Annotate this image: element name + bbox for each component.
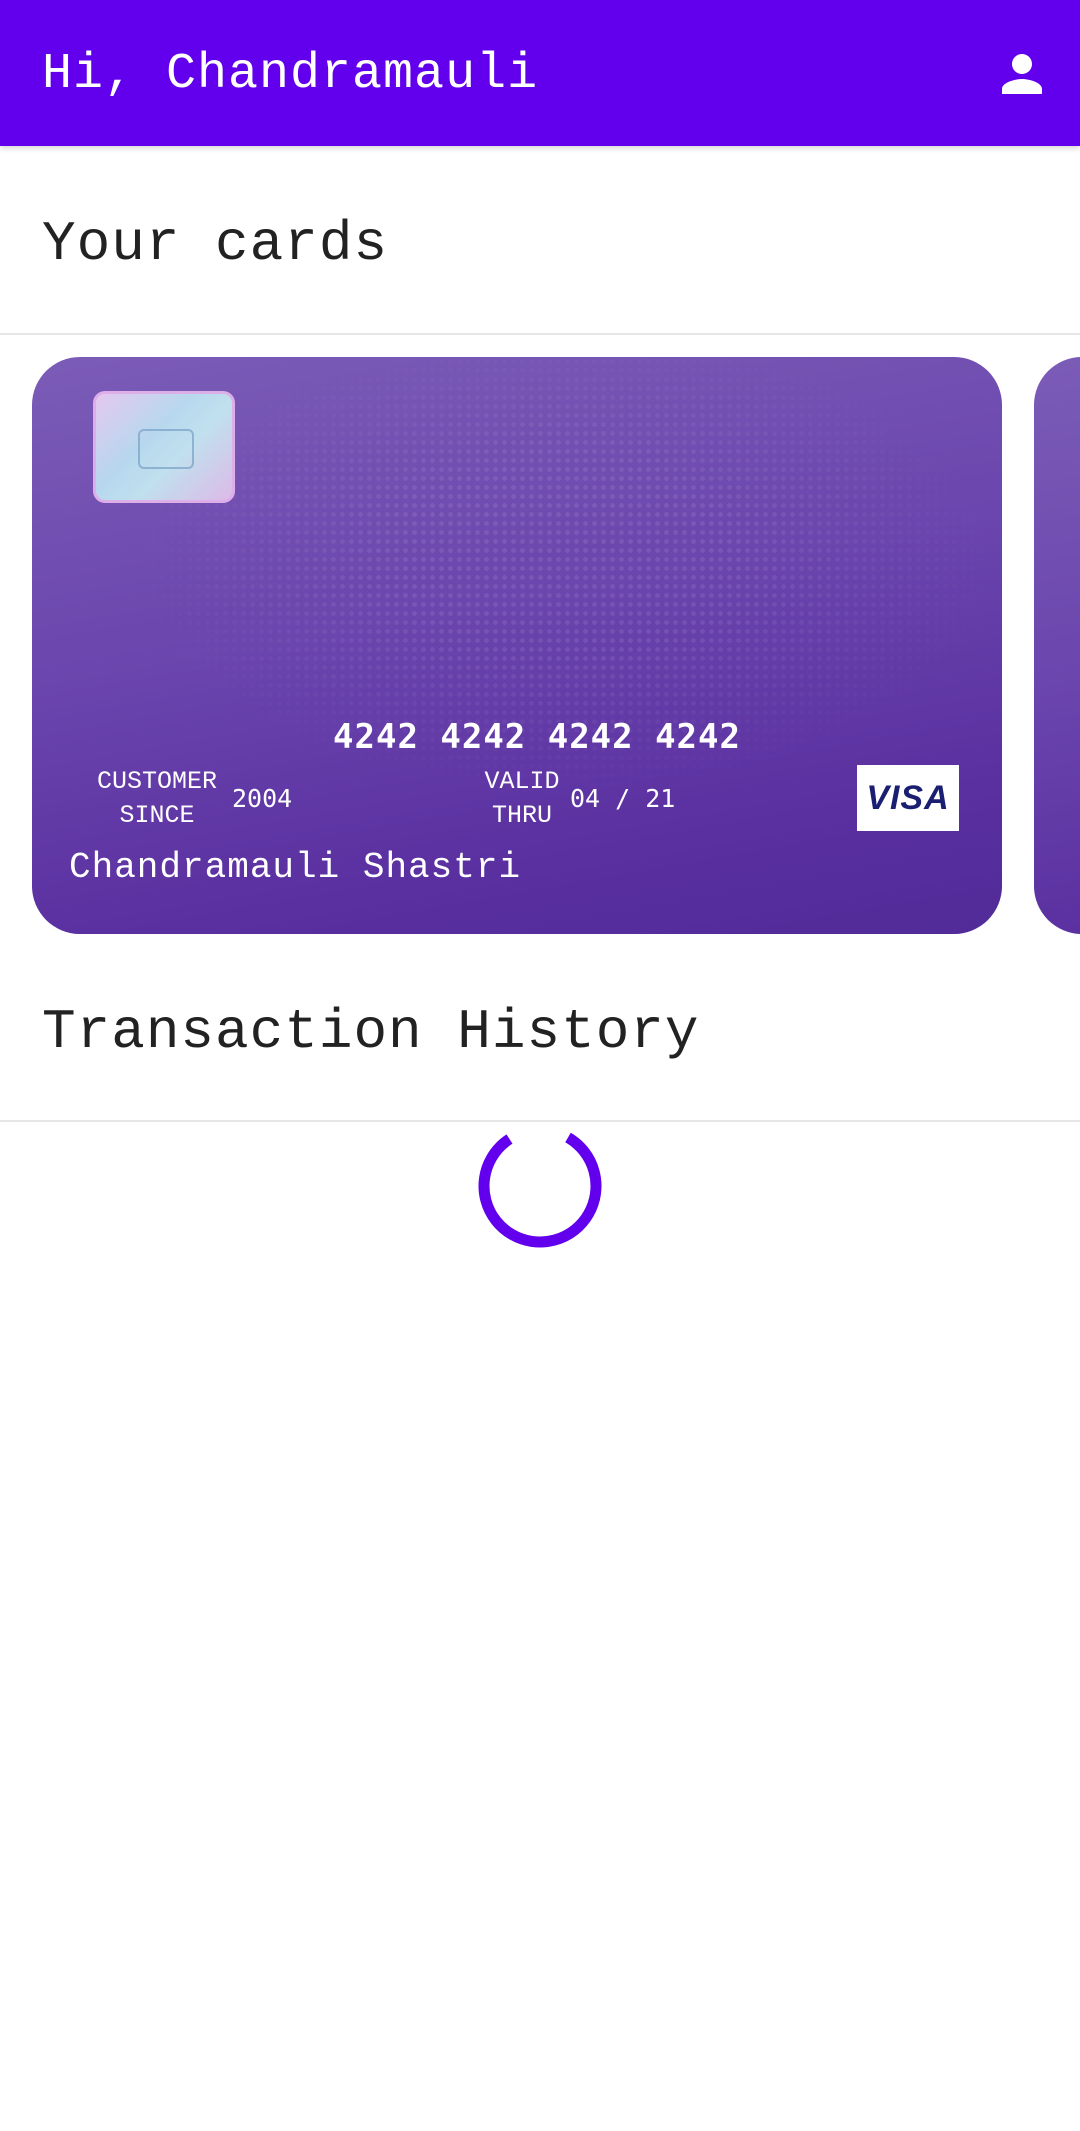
account-button[interactable] [992, 44, 1052, 104]
app-bar: Hi, Chandramauli [0, 0, 1080, 146]
visa-logo: VISA [857, 765, 959, 831]
card-brand: VISA [866, 778, 950, 817]
card-holder-name: Chandramauli Shastri [69, 847, 522, 888]
transactions-divider [0, 1120, 1080, 1122]
credit-card[interactable]: 4242 4242 4242 4242 Customer since 2004 … [32, 357, 1002, 934]
cards-divider [0, 333, 1080, 335]
customer-since-value: 2004 [232, 784, 293, 813]
valid-thru-label: Valid thru [484, 767, 560, 830]
chip-icon [93, 391, 235, 503]
transactions-section-title: Transaction History [42, 1000, 700, 1064]
greeting-title: Hi, Chandramauli [42, 46, 539, 103]
world-map-pattern [1034, 357, 1080, 934]
account-icon [1002, 54, 1042, 94]
valid-thru-value: 04 / 21 [570, 784, 676, 813]
cards-carousel[interactable]: 4242 4242 4242 4242 Customer since 2004 … [0, 357, 1080, 934]
cards-section-title: Your cards [42, 212, 389, 276]
card-number: 4242 4242 4242 4242 [333, 717, 741, 757]
customer-since-label: Customer since [96, 767, 218, 830]
loading-spinner [478, 1124, 602, 1248]
credit-card-next[interactable] [1034, 357, 1080, 934]
